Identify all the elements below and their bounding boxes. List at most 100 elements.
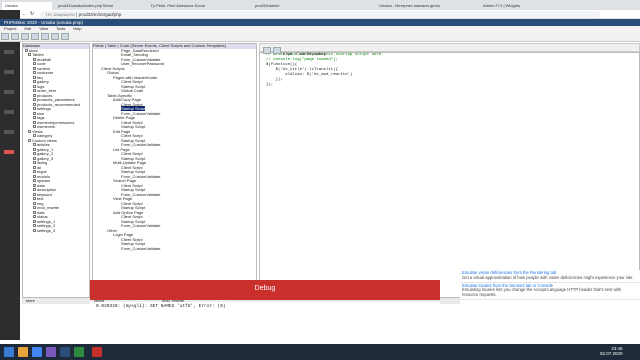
checkbox-icon[interactable] bbox=[33, 143, 36, 147]
new-icon[interactable] bbox=[1, 33, 9, 40]
help-icon[interactable] bbox=[61, 33, 69, 40]
tree-item[interactable]: settings_3 bbox=[23, 227, 89, 234]
tip-text: Get a visual approximation of how people… bbox=[462, 274, 634, 280]
code-repository-button[interactable]: Code Repository... bbox=[296, 51, 329, 56]
phpmaker-icon[interactable] bbox=[60, 347, 70, 357]
event-item-label: Form_CustomValidate bbox=[121, 223, 161, 228]
checkbox-icon[interactable] bbox=[28, 53, 31, 57]
events-list: Page_DataRendered Email_Sending Form_Custo… bbox=[93, 48, 256, 252]
tree-list: store Tables auditrail code content customer f… bbox=[23, 48, 89, 234]
checkbox-icon[interactable] bbox=[33, 192, 36, 196]
settings-icon[interactable] bbox=[31, 33, 39, 40]
menu-view[interactable]: View bbox=[39, 26, 48, 31]
tab-fields[interactable]: Fields bbox=[93, 44, 104, 48]
checkbox-icon[interactable] bbox=[28, 129, 31, 133]
address-bar: ← ↻ Не защищено | prod33/m/intrgad/php bbox=[0, 10, 640, 19]
sidebar-item-icon[interactable] bbox=[4, 150, 14, 154]
checkbox-icon[interactable] bbox=[33, 147, 36, 151]
sidebar-item-icon[interactable] bbox=[4, 130, 14, 134]
checkbox-icon[interactable] bbox=[33, 228, 36, 232]
sync-icon[interactable] bbox=[51, 33, 59, 40]
checkbox-icon[interactable] bbox=[28, 138, 31, 142]
checkbox-icon[interactable] bbox=[33, 93, 36, 97]
checkbox-icon[interactable] bbox=[33, 152, 36, 156]
checkbox-icon[interactable] bbox=[33, 210, 36, 214]
debug-log: 0.020320: (mysqli): SET NAMES 'utf8', Er… bbox=[90, 302, 440, 312]
checkbox-icon[interactable] bbox=[33, 107, 36, 111]
browser-tab[interactable]: prod33/umaka/index.php?ItemI bbox=[55, 2, 145, 10]
explorer-icon[interactable] bbox=[18, 347, 28, 357]
tab-table[interactable]: Table bbox=[107, 44, 117, 48]
checkbox-icon[interactable] bbox=[33, 188, 36, 192]
checkbox-icon[interactable] bbox=[33, 62, 36, 66]
browser-tab[interactable]: Admin FI 0 | Widgets bbox=[480, 2, 570, 10]
checkbox-icon[interactable] bbox=[33, 224, 36, 228]
open-icon[interactable] bbox=[11, 33, 19, 40]
checkbox-icon[interactable] bbox=[33, 219, 36, 223]
checkbox-icon[interactable] bbox=[33, 197, 36, 201]
checkbox-icon[interactable] bbox=[33, 170, 36, 174]
editor-toolbar: Clear Code Repository... bbox=[259, 43, 640, 56]
menu-tools[interactable]: Tools bbox=[56, 26, 65, 31]
checkbox-icon[interactable] bbox=[33, 183, 36, 187]
url-field[interactable]: Не защищено | prod33/m/intrgad/php bbox=[40, 11, 600, 18]
url-text: prod33/m/intrgad/php bbox=[78, 12, 122, 17]
checkbox-icon[interactable] bbox=[33, 215, 36, 219]
sidebar-item-icon[interactable] bbox=[4, 110, 14, 114]
checkbox-icon[interactable] bbox=[33, 179, 36, 183]
checkbox-icon[interactable] bbox=[33, 84, 36, 88]
checkbox-icon[interactable] bbox=[33, 120, 36, 124]
save-icon[interactable] bbox=[21, 33, 29, 40]
table-tree: Database store Tables auditrail code content… bbox=[22, 43, 90, 298]
menu-edit[interactable]: Edit bbox=[24, 26, 31, 31]
checkbox-icon[interactable] bbox=[25, 48, 28, 52]
security-label: Не защищено bbox=[46, 12, 75, 17]
checkbox-icon[interactable] bbox=[33, 111, 36, 115]
sidebar-item-icon[interactable] bbox=[4, 70, 14, 74]
back-icon[interactable]: ← bbox=[22, 11, 27, 17]
browser-tab[interactable]: prod33/admin bbox=[252, 2, 372, 10]
checkbox-icon[interactable] bbox=[33, 174, 36, 178]
event-item[interactable]: Form_CustomValidate bbox=[93, 246, 256, 252]
checkbox-icon[interactable] bbox=[33, 102, 36, 106]
browser-tab[interactable]: Umaka bbox=[2, 2, 52, 10]
event-item-label: User_RecoverPassword bbox=[121, 61, 165, 66]
checkbox-icon[interactable] bbox=[33, 75, 36, 79]
tree-item-label: settings_3 bbox=[37, 227, 56, 233]
redo-icon[interactable] bbox=[273, 47, 281, 54]
checkbox-icon[interactable] bbox=[33, 165, 36, 169]
status-store: store bbox=[26, 298, 35, 303]
browser-tab[interactable]: Гу·Pelal. Peel Awesome Ecore bbox=[148, 2, 248, 10]
checkbox-icon[interactable] bbox=[33, 161, 36, 165]
start-icon[interactable] bbox=[4, 347, 14, 357]
code-lines: // Write your table-specific startup scr… bbox=[260, 53, 639, 88]
undo-icon[interactable] bbox=[263, 47, 271, 54]
sidebar-item-icon[interactable] bbox=[4, 90, 14, 94]
checkbox-icon[interactable] bbox=[33, 66, 36, 70]
events-tree: Fields | Table | Code (Server Events, Cl… bbox=[92, 43, 257, 298]
clock: 23:46 02.07.2020 bbox=[600, 346, 623, 356]
checkbox-icon[interactable] bbox=[33, 89, 36, 93]
checkbox-icon[interactable] bbox=[33, 116, 36, 120]
sidebar-dark: Uma bbox=[0, 10, 20, 340]
checkbox-icon[interactable] bbox=[33, 201, 36, 205]
checkbox-icon[interactable] bbox=[33, 80, 36, 84]
code-editor[interactable]: // Write your table-specific startup scr… bbox=[259, 52, 640, 298]
menu-project[interactable]: Project bbox=[4, 26, 16, 31]
checkbox-icon[interactable] bbox=[33, 57, 36, 61]
clear-button[interactable]: Clear bbox=[283, 51, 293, 56]
browser-tab[interactable]: Umaka - Интернет-магазин детск bbox=[376, 2, 476, 10]
app-icon[interactable] bbox=[74, 347, 84, 357]
generate-icon[interactable] bbox=[41, 33, 49, 40]
checkbox-icon[interactable] bbox=[33, 206, 36, 210]
menu-help[interactable]: Help bbox=[73, 26, 81, 31]
pdf-icon[interactable] bbox=[92, 347, 102, 357]
reload-icon[interactable]: ↻ bbox=[30, 11, 34, 17]
checkbox-icon[interactable] bbox=[33, 98, 36, 102]
sidebar-item-icon[interactable] bbox=[4, 50, 14, 54]
tip-item: Emulate locales from the Sensors tab or … bbox=[460, 283, 640, 300]
chrome-icon[interactable] bbox=[32, 347, 42, 357]
checkbox-icon[interactable] bbox=[33, 156, 36, 160]
app-icon[interactable] bbox=[46, 347, 56, 357]
checkbox-icon[interactable] bbox=[33, 71, 36, 75]
